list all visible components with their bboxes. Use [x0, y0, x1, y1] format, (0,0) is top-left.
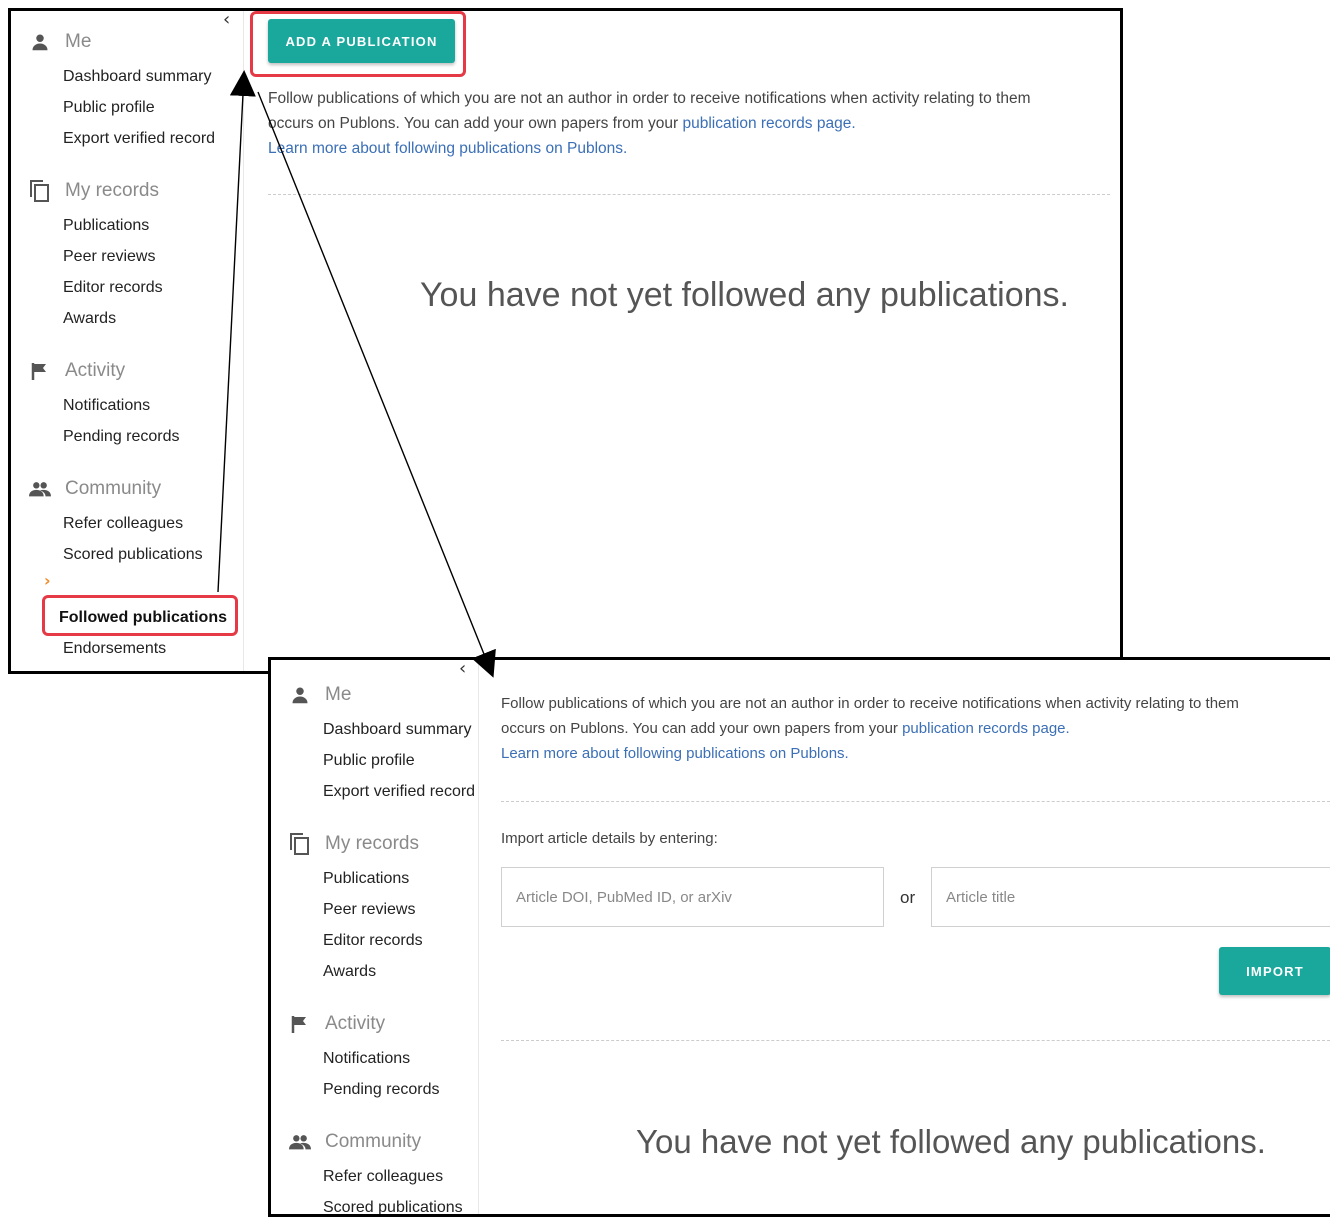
person-icon [289, 684, 311, 706]
sidebar-item-dashboard-summary[interactable]: Dashboard summary [323, 714, 478, 745]
people-icon [289, 1131, 311, 1153]
divider [501, 801, 1330, 802]
learn-more-link[interactable]: Learn more about following publications … [268, 140, 627, 157]
divider [501, 1040, 1330, 1041]
sidebar-item-peer-reviews[interactable]: Peer reviews [63, 241, 243, 272]
section-title-activity: Activity [325, 1013, 386, 1034]
active-chevron-icon: › [44, 571, 51, 590]
publication-records-link[interactable]: publication records page. [902, 720, 1070, 737]
section-title-my-records: My records [325, 833, 419, 854]
add-publication-button[interactable]: ADD A PUBLICATION [268, 19, 455, 63]
sidebar-item-notifications[interactable]: Notifications [323, 1043, 478, 1074]
sidebar-item-followed-publications[interactable]: Followed publications [59, 602, 227, 633]
copy-icon [289, 833, 311, 855]
info-line-2-text: occurs on Publons. You can add your own … [501, 720, 903, 737]
section-title-community: Community [325, 1131, 422, 1152]
sidebar-item-scored-publications[interactable]: Scored publications [63, 539, 243, 570]
sidebar-item-awards[interactable]: Awards [63, 303, 243, 334]
empty-state-message: You have not yet followed any publicatio… [636, 1123, 1266, 1160]
info-line-1: Follow publications of which you are not… [501, 695, 1239, 712]
info-line-2: occurs on Publons. You can add your own … [501, 716, 1330, 741]
section-title-my-records: My records [65, 180, 159, 201]
sidebar-item-editor-records[interactable]: Editor records [63, 272, 243, 303]
sidebar-item-public-profile[interactable]: Public profile [63, 92, 243, 123]
sidebar: ‹ Me Dashboard summary Public profile Ex… [271, 660, 479, 1214]
section-title-community: Community [65, 478, 162, 499]
empty-state-message: You have not yet followed any publicatio… [420, 276, 1069, 314]
sidebar-item-notifications[interactable]: Notifications [63, 390, 243, 421]
section-title-activity: Activity [65, 360, 126, 381]
sidebar-item-refer-colleagues[interactable]: Refer colleagues [63, 508, 243, 539]
sidebar-item-pending-records[interactable]: Pending records [323, 1074, 478, 1105]
article-title-input[interactable] [931, 867, 1330, 927]
sidebar-item-publications[interactable]: Publications [323, 863, 478, 894]
section-activity: Activity Notifications Pending records [11, 358, 243, 452]
collapse-sidebar-icon[interactable]: ‹ [223, 11, 230, 30]
info-text: Follow publications of which you are not… [268, 86, 1118, 161]
sidebar: ‹ Me Dashboard summary Public profile Ex… [11, 11, 244, 671]
learn-more-link[interactable]: Learn more about following publications … [501, 745, 849, 762]
section-my-records: My records Publications Peer reviews Edi… [271, 831, 478, 987]
section-activity: Activity Notifications Pending records [271, 1011, 478, 1105]
main-content: Follow publications of which you are not… [486, 660, 1330, 1214]
info-line-2: occurs on Publons. You can add your own … [268, 111, 1118, 136]
sidebar-item-scored-publications[interactable]: Scored publications [323, 1192, 478, 1214]
flag-icon [289, 1013, 311, 1035]
article-doi-input[interactable] [501, 867, 884, 927]
sidebar-item-public-profile[interactable]: Public profile [323, 745, 478, 776]
section-title-me: Me [65, 31, 92, 52]
sidebar-item-peer-reviews[interactable]: Peer reviews [323, 894, 478, 925]
panel-after: ‹ Me Dashboard summary Public profile Ex… [268, 657, 1330, 1217]
section-me: Me Dashboard summary Public profile Expo… [11, 29, 243, 154]
copy-icon [29, 180, 51, 202]
import-button[interactable]: IMPORT [1219, 947, 1330, 995]
sidebar-item-export-verified-record[interactable]: Export verified record [323, 776, 478, 807]
section-community: Community Refer colleagues Scored public… [11, 476, 243, 570]
or-label: or [900, 888, 916, 907]
section-my-records: My records Publications Peer reviews Edi… [11, 178, 243, 334]
flag-icon [29, 360, 51, 382]
info-text: Follow publications of which you are not… [501, 691, 1330, 766]
sidebar-item-publications[interactable]: Publications [63, 210, 243, 241]
collapse-sidebar-icon[interactable]: ‹ [459, 660, 466, 679]
sidebar-item-editor-records[interactable]: Editor records [323, 925, 478, 956]
main-content: ADD A PUBLICATION Follow publications of… [250, 11, 1120, 671]
sidebar-item-awards[interactable]: Awards [323, 956, 478, 987]
divider [268, 194, 1110, 195]
section-me: Me Dashboard summary Public profile Expo… [271, 682, 478, 807]
import-label: Import article details by entering: [501, 830, 718, 847]
publication-records-link[interactable]: publication records page. [682, 115, 855, 132]
info-line-1: Follow publications of which you are not… [268, 90, 1031, 107]
section-title-me: Me [325, 684, 352, 705]
sidebar-item-pending-records[interactable]: Pending records [63, 421, 243, 452]
sidebar-item-refer-colleagues[interactable]: Refer colleagues [323, 1161, 478, 1192]
people-icon [29, 478, 51, 500]
person-icon [29, 31, 51, 53]
panel-before: ‹ Me Dashboard summary Public profile Ex… [8, 8, 1123, 674]
info-line-2-text: occurs on Publons. You can add your own … [268, 115, 683, 132]
sidebar-item-dashboard-summary[interactable]: Dashboard summary [63, 61, 243, 92]
sidebar-item-export-verified-record[interactable]: Export verified record [63, 123, 243, 154]
sidebar-item-endorsements[interactable]: Endorsements [63, 633, 166, 664]
